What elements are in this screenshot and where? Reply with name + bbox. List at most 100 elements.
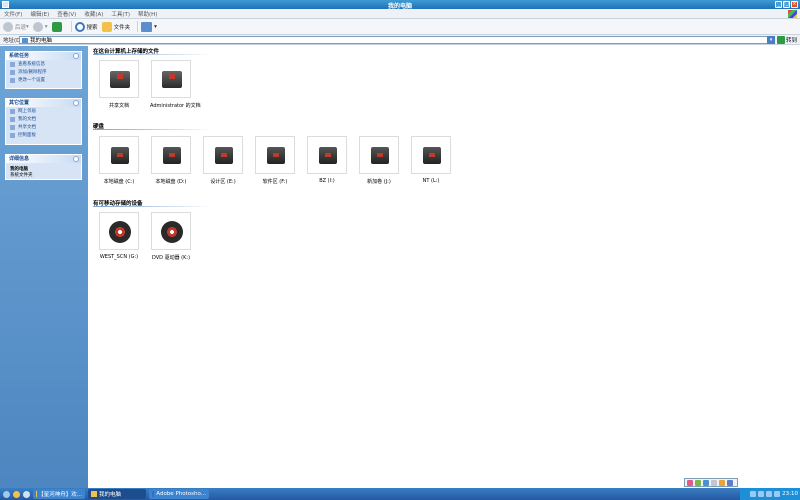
hard-disk-icon xyxy=(215,147,233,164)
minimize-button[interactable]: _ xyxy=(775,1,782,8)
drive-thumbnail xyxy=(151,212,191,250)
sidebar-item-control-panel[interactable]: 控制面板 xyxy=(6,131,81,139)
task-label: 我的电脑 xyxy=(99,492,122,498)
sidebar-item-label: 我的文档 xyxy=(18,117,36,122)
clock[interactable]: 23:10 xyxy=(782,491,798,497)
other-places-panel: 其它位置 网上邻居 我的文档 共享文档 控制面板 xyxy=(5,98,82,145)
forward-arrow-icon xyxy=(32,21,43,32)
my-computer-icon xyxy=(91,491,97,497)
back-button[interactable]: 后退 ▾ xyxy=(3,21,29,32)
drive-thumbnail xyxy=(203,136,243,174)
drive-thumbnail xyxy=(411,136,451,174)
views-icon xyxy=(141,21,153,32)
language-bar[interactable] xyxy=(684,478,738,487)
folder-item[interactable]: 共享文档 xyxy=(98,60,140,109)
dvd-drive-icon xyxy=(161,221,183,243)
collapse-chevron-icon[interactable] xyxy=(73,53,79,59)
sidebar-item-add-remove[interactable]: 添加/删除程序 xyxy=(6,68,81,76)
group-divider xyxy=(93,206,213,207)
drive-item[interactable]: 软件区 (F:) xyxy=(254,136,296,185)
forward-button[interactable]: ▾ xyxy=(32,21,48,32)
system-tasks-header[interactable]: 系统任务 xyxy=(6,52,81,60)
tray-icon[interactable] xyxy=(758,491,765,497)
options-icon[interactable] xyxy=(719,479,725,486)
network-icon[interactable] xyxy=(774,491,781,497)
details-header[interactable]: 详细信息 xyxy=(6,155,81,163)
folder-up-icon xyxy=(51,21,62,32)
drive-item[interactable]: BZ (I:) xyxy=(306,136,348,184)
sidebar-item-change-setting[interactable]: 更改一个设置 xyxy=(6,76,81,84)
sidebar-item-network[interactable]: 网上邻居 xyxy=(6,107,81,115)
my-computer-icon xyxy=(22,37,28,43)
search-icon xyxy=(74,21,85,32)
forward-dropdown-icon[interactable]: ▾ xyxy=(45,24,48,30)
drive-thumbnail xyxy=(359,136,399,174)
removable-item[interactable]: DVD 驱动器 (K:) xyxy=(150,212,192,261)
drive-item[interactable]: NT (L:) xyxy=(410,136,452,184)
hard-disk-icon xyxy=(111,147,129,164)
ime-icon[interactable] xyxy=(687,479,693,486)
other-places-header[interactable]: 其它位置 xyxy=(6,99,81,107)
user-documents-icon xyxy=(162,71,182,88)
shared-folder-icon xyxy=(10,124,15,130)
group-divider xyxy=(93,54,213,55)
sidebar-item-shared-documents[interactable]: 共享文档 xyxy=(6,123,81,131)
removable-disk-icon xyxy=(109,221,131,243)
up-button[interactable] xyxy=(51,21,64,32)
menu-view[interactable]: 查看(V) xyxy=(53,10,80,18)
taskbar-button-photoshop[interactable]: Adobe Photosho... xyxy=(149,489,209,499)
toolbar-separator xyxy=(70,21,72,32)
taskbar-button-browser[interactable]: 【星河神舟】欢... xyxy=(33,489,85,499)
views-button[interactable]: ▾ xyxy=(141,21,157,32)
file-view: 在这台计算机上存储的文件 共享文档 Administrator 的文档 硬盘 本… xyxy=(88,46,800,488)
address-dropdown-icon[interactable]: ▾ xyxy=(767,36,775,44)
system-tasks-title: 系统任务 xyxy=(9,53,30,59)
help-icon[interactable] xyxy=(727,479,733,486)
tray-icon[interactable] xyxy=(750,491,757,497)
search-button[interactable]: 搜索 xyxy=(74,21,98,32)
address-input[interactable]: 我的电脑 xyxy=(19,36,774,44)
folders-button[interactable]: 文件夹 xyxy=(101,21,130,32)
quick-launch-folder-icon[interactable] xyxy=(13,490,20,498)
toolbar-separator xyxy=(137,21,139,32)
sidebar-item-my-documents[interactable]: 我的文档 xyxy=(6,115,81,123)
maximize-button[interactable]: □ xyxy=(783,1,790,8)
network-icon xyxy=(10,108,15,114)
control-panel-icon xyxy=(10,132,15,138)
quick-launch-ie-icon[interactable] xyxy=(3,490,10,498)
close-button[interactable]: × xyxy=(791,1,798,8)
sidebar-item-system-info[interactable]: 查看系统信息 xyxy=(6,60,81,68)
back-dropdown-icon[interactable]: ▾ xyxy=(26,24,29,30)
menu-tools[interactable]: 工具(T) xyxy=(107,10,134,18)
ime-mode-icon[interactable] xyxy=(695,479,701,486)
folder-item[interactable]: Administrator 的文档 xyxy=(150,60,201,109)
menu-favorites[interactable]: 收藏(A) xyxy=(80,10,107,18)
item-label: WEST_SCN (G:) xyxy=(99,254,139,260)
keyboard-icon[interactable] xyxy=(711,479,717,486)
punctuation-icon[interactable] xyxy=(703,479,709,486)
folder-thumbnail xyxy=(151,60,191,98)
menu-edit[interactable]: 编辑(E) xyxy=(26,10,53,18)
collapse-chevron-icon[interactable] xyxy=(73,100,79,106)
drive-item[interactable]: 设计区 (E:) xyxy=(202,136,244,185)
drive-item[interactable]: 本地磁盘 (D:) xyxy=(150,136,192,185)
item-label: 软件区 (F:) xyxy=(262,179,288,185)
sidebar-item-label: 网上邻居 xyxy=(18,109,36,114)
go-arrow-icon xyxy=(777,36,785,44)
taskbar-button-my-computer[interactable]: 我的电脑 xyxy=(88,489,146,499)
menu-file[interactable]: 文件(F) xyxy=(0,10,26,18)
toolbar: 后退 ▾ ▾ 搜索 文件夹 ▾ xyxy=(0,19,800,35)
go-button[interactable]: 转到 xyxy=(777,36,797,44)
drive-thumbnail xyxy=(99,136,139,174)
collapse-chevron-icon[interactable] xyxy=(73,156,79,162)
drive-item[interactable]: 新加卷 (J:) xyxy=(358,136,400,185)
views-dropdown-icon[interactable]: ▾ xyxy=(154,24,157,30)
removable-item[interactable]: WEST_SCN (G:) xyxy=(98,212,140,260)
quick-launch-desktop-icon[interactable] xyxy=(23,490,30,498)
item-label: 本地磁盘 (C:) xyxy=(103,179,135,185)
sidebar-item-label: 共享文档 xyxy=(18,125,36,130)
menu-help[interactable]: 帮助(H) xyxy=(134,10,161,18)
volume-icon[interactable] xyxy=(766,491,773,497)
drive-item[interactable]: 本地磁盘 (C:) xyxy=(98,136,140,185)
control-panel-icon xyxy=(10,77,15,83)
